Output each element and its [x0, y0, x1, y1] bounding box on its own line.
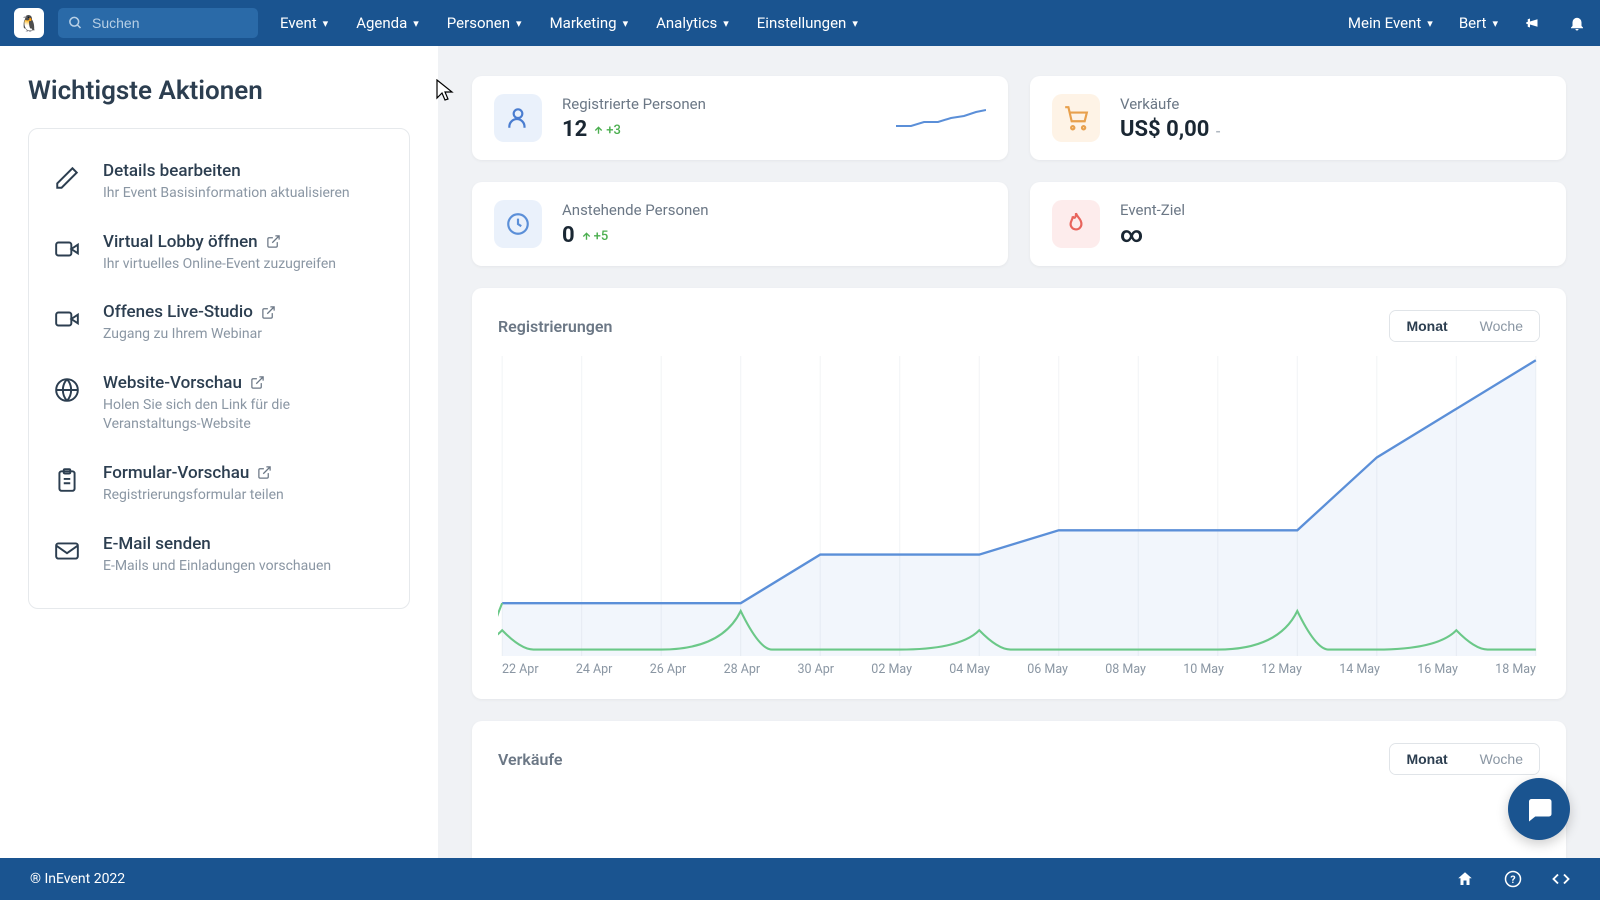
action-edit-details[interactable]: Details bearbeiten Ihr Event Basisinform…	[51, 147, 387, 218]
search-icon	[68, 16, 83, 31]
chevron-down-icon: ▾	[516, 17, 522, 30]
nav-my-event[interactable]: Mein Event▾	[1348, 14, 1433, 32]
clock-icon	[494, 200, 542, 248]
envelope-icon	[51, 534, 83, 577]
help-icon[interactable]: ?	[1504, 870, 1522, 888]
bell-icon[interactable]	[1568, 14, 1586, 32]
action-subtitle: E-Mails und Einladungen vorschauen	[103, 557, 387, 577]
action-title: Details bearbeiten	[103, 161, 241, 181]
external-link-icon	[250, 375, 265, 390]
chevron-down-icon: ▾	[1492, 17, 1498, 30]
action-title: E-Mail senden	[103, 534, 211, 554]
nav-einstellungen[interactable]: Einstellungen▾	[757, 14, 858, 32]
app-logo[interactable]: 🐧	[14, 8, 44, 38]
external-link-icon	[261, 305, 276, 320]
chevron-down-icon: ▾	[852, 17, 858, 30]
chart-registrations: Registrierungen Monat Woche 22 Apr24 Apr…	[472, 288, 1566, 699]
stat-value: US$ 0,00	[1120, 117, 1209, 142]
external-link-icon	[266, 234, 281, 249]
time-toggle: Monat Woche	[1389, 743, 1540, 775]
nav-agenda[interactable]: Agenda▾	[356, 14, 419, 32]
chevron-down-icon: ▾	[323, 17, 329, 30]
stat-label: Registrierte Personen	[562, 95, 706, 113]
time-toggle: Monat Woche	[1389, 310, 1540, 342]
stat-registered[interactable]: Registrierte Personen 12 +3	[472, 76, 1008, 160]
top-navbar: 🐧 Event▾ Agenda▾ Personen▾ Marketing▾ An…	[0, 0, 1600, 46]
action-live-studio[interactable]: Offenes Live-Studio Zugang zu Ihrem Webi…	[51, 288, 387, 359]
svg-text:?: ?	[1510, 873, 1515, 886]
stat-delta: +3	[593, 123, 621, 138]
chevron-down-icon: ▾	[413, 17, 419, 30]
sidebar-title: Wichtigste Aktionen	[28, 76, 410, 106]
clipboard-icon	[51, 463, 83, 506]
chevron-down-icon: ▾	[1427, 17, 1433, 30]
stat-sales[interactable]: Verkäufe US$ 0,00 -	[1030, 76, 1566, 160]
x-axis-labels: 22 Apr24 Apr26 Apr28 Apr30 Apr02 May04 M…	[498, 662, 1540, 677]
nav-menu: Event▾ Agenda▾ Personen▾ Marketing▾ Anal…	[280, 14, 858, 32]
video-icon	[51, 232, 83, 275]
stat-label: Verkäufe	[1120, 95, 1221, 113]
cart-icon	[1052, 94, 1100, 142]
action-subtitle: Zugang zu Ihrem Webinar	[103, 325, 387, 345]
action-subtitle: Holen Sie sich den Link für die Veransta…	[103, 396, 387, 435]
nav-user[interactable]: Bert▾	[1459, 14, 1498, 32]
external-link-icon	[257, 465, 272, 480]
action-subtitle: Ihr Event Basisinformation aktualisieren	[103, 184, 387, 204]
action-title: Website-Vorschau	[103, 373, 242, 393]
registrations-chart-svg	[498, 356, 1540, 656]
stat-label: Anstehende Personen	[562, 201, 709, 219]
flame-icon	[1052, 200, 1100, 248]
megaphone-icon[interactable]	[1524, 14, 1542, 32]
toggle-month[interactable]: Monat	[1390, 311, 1463, 341]
code-icon[interactable]	[1552, 870, 1570, 888]
search-input[interactable]	[58, 8, 258, 38]
stat-label: Event-Ziel	[1120, 201, 1185, 219]
nav-personen[interactable]: Personen▾	[447, 14, 522, 32]
globe-icon	[51, 373, 83, 435]
footer: ® InEvent 2022 ?	[0, 858, 1600, 900]
stat-goal[interactable]: Event-Ziel ∞	[1030, 182, 1566, 266]
action-subtitle: Registrierungsformular teilen	[103, 486, 387, 506]
stat-delta: +5	[581, 229, 609, 244]
action-title: Formular-Vorschau	[103, 463, 249, 483]
action-subtitle: Ihr virtuelles Online-Event zuzugreifen	[103, 255, 387, 275]
chevron-down-icon: ▾	[723, 17, 729, 30]
main-content: Registrierte Personen 12 +3 Verkäufe US$…	[438, 46, 1600, 858]
nav-analytics[interactable]: Analytics▾	[656, 14, 729, 32]
stat-value: 12	[562, 117, 587, 142]
pencil-icon	[51, 161, 83, 204]
chat-bubble[interactable]	[1508, 778, 1570, 840]
action-send-email[interactable]: E-Mail senden E-Mails und Einladungen vo…	[51, 520, 387, 591]
toggle-week[interactable]: Woche	[1464, 311, 1539, 341]
sparkline	[896, 104, 986, 132]
nav-marketing[interactable]: Marketing▾	[550, 14, 629, 32]
nav-event[interactable]: Event▾	[280, 14, 328, 32]
user-icon	[494, 94, 542, 142]
stat-value: 0	[562, 223, 575, 248]
toggle-month[interactable]: Monat	[1390, 744, 1463, 774]
toggle-week[interactable]: Woche	[1464, 744, 1539, 774]
action-title: Virtual Lobby öffnen	[103, 232, 258, 252]
stat-dash: -	[1215, 124, 1221, 140]
footer-copyright: ® InEvent 2022	[30, 871, 125, 887]
action-virtual-lobby[interactable]: Virtual Lobby öffnen Ihr virtuelles Onli…	[51, 218, 387, 289]
action-form-preview[interactable]: Formular-Vorschau Registrierungsformular…	[51, 449, 387, 520]
chart-title: Verkäufe	[498, 750, 563, 769]
search-container	[58, 8, 258, 38]
action-title: Offenes Live-Studio	[103, 302, 253, 322]
stat-pending[interactable]: Anstehende Personen 0 +5	[472, 182, 1008, 266]
action-website-preview[interactable]: Website-Vorschau Holen Sie sich den Link…	[51, 359, 387, 449]
stat-value: ∞	[1120, 223, 1143, 248]
chart-title: Registrierungen	[498, 317, 612, 336]
video-icon	[51, 302, 83, 345]
chart-sales: Verkäufe Monat Woche	[472, 721, 1566, 858]
action-list: Details bearbeiten Ihr Event Basisinform…	[28, 128, 410, 609]
home-icon[interactable]	[1456, 870, 1474, 888]
nav-right: Mein Event▾ Bert▾	[1348, 14, 1586, 32]
chevron-down-icon: ▾	[623, 17, 629, 30]
sidebar: Wichtigste Aktionen Details bearbeiten I…	[0, 46, 438, 858]
